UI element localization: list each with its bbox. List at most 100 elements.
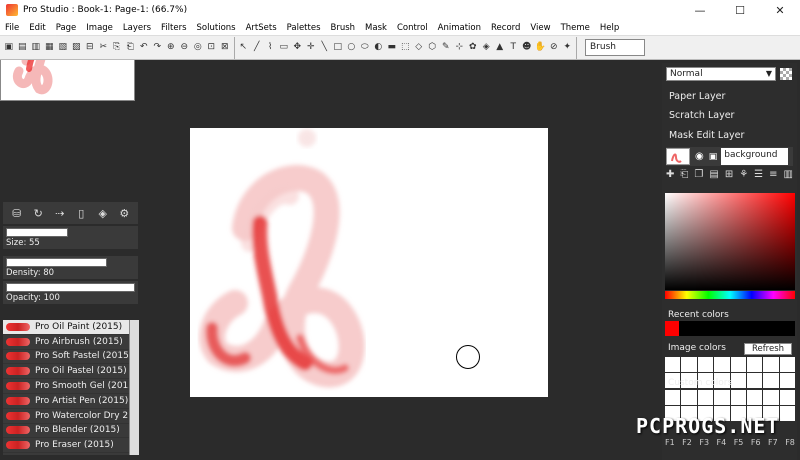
brush-list-item[interactable]: Pro Airbrush (2015)	[3, 335, 139, 350]
text-icon[interactable]: T	[507, 41, 520, 55]
color-picker-area[interactable]	[665, 193, 795, 290]
layer-name[interactable]: background	[721, 148, 789, 165]
pen-icon[interactable]: ✎	[440, 41, 453, 55]
density-track[interactable]	[6, 258, 107, 267]
lock-icon[interactable]: ▣	[709, 152, 718, 162]
page-icon[interactable]: ▯	[74, 206, 88, 220]
move-icon[interactable]: ✛	[305, 41, 318, 55]
actual-size-icon[interactable]: ⊡	[205, 41, 218, 55]
menu-solutions[interactable]: Solutions	[192, 23, 241, 33]
opacity-slider[interactable]: Opacity: 100	[3, 281, 138, 304]
menu-palettes[interactable]: Palettes	[282, 23, 326, 33]
save-icon[interactable]: ▣	[3, 41, 16, 55]
undo-icon[interactable]: ↶	[138, 41, 151, 55]
marquee-icon[interactable]: ⬚	[399, 41, 412, 55]
new-layer-icon[interactable]: ✚	[666, 169, 674, 183]
smudge-icon[interactable]: ⌇	[264, 41, 277, 55]
fkey-f1[interactable]: F1	[665, 438, 675, 450]
close-button[interactable]: ✕	[760, 0, 800, 20]
menu-control[interactable]: Control	[392, 23, 433, 33]
color-swatch[interactable]	[746, 357, 763, 372]
color-swatch[interactable]	[681, 357, 697, 372]
import-layer-icon[interactable]: ⎗	[680, 169, 688, 183]
brush-list-scrollbar[interactable]	[129, 320, 139, 455]
delete-layer-icon[interactable]: ▥	[784, 169, 793, 183]
menu-help[interactable]: Help	[595, 23, 624, 33]
list-icon[interactable]: ☰	[754, 169, 763, 183]
rotate-icon[interactable]: ↻	[31, 206, 45, 220]
menu-layers[interactable]: Layers	[118, 23, 156, 33]
minimize-button[interactable]: —	[680, 0, 720, 20]
polygon-icon[interactable]: ◇	[413, 41, 426, 55]
close-page-icon[interactable]: ▧	[57, 41, 70, 55]
color-swatch[interactable]	[746, 390, 763, 405]
fkey-f8[interactable]: F8	[785, 438, 795, 450]
fkey-f3[interactable]: F3	[699, 438, 709, 450]
save-as-icon[interactable]: ▤	[16, 41, 29, 55]
color-swatch[interactable]	[779, 357, 795, 372]
rotate-icon[interactable]: ⊘	[548, 41, 561, 55]
menu-edit[interactable]: Edit	[24, 23, 50, 33]
size-slider[interactable]: Size: 55	[3, 226, 138, 249]
color-swatch[interactable]	[763, 357, 779, 372]
color-swatch[interactable]	[746, 373, 763, 388]
brush-list-item[interactable]: Pro Oil Paint (2015)	[3, 320, 139, 335]
brush-list-item[interactable]: Pro Oil Pastel (2015)	[3, 364, 139, 380]
copy-icon[interactable]: ⎘	[111, 41, 124, 55]
menu-record[interactable]: Record	[486, 23, 525, 33]
color-swatch[interactable]	[763, 390, 779, 405]
menu-brush[interactable]: Brush	[326, 23, 361, 33]
bar-icon[interactable]: ▬	[386, 41, 399, 55]
brush-list-item[interactable]: Pro Blender (2015)	[3, 424, 139, 439]
recent-color-swatch[interactable]	[665, 321, 679, 336]
fkey-f7[interactable]: F7	[768, 438, 778, 450]
menu-view[interactable]: View	[525, 23, 555, 33]
color-swatch[interactable]	[730, 357, 746, 372]
brush-icon[interactable]: ╱	[251, 41, 264, 55]
menu-image[interactable]: Image	[81, 23, 118, 33]
zoom-in-icon[interactable]: ⊕	[165, 41, 178, 55]
fill-icon[interactable]: ◈	[96, 206, 110, 220]
zoom-out-icon[interactable]: ⊖	[178, 41, 191, 55]
brush-list-item[interactable]: Pro Smooth Gel (2015	[3, 379, 139, 394]
refresh-button[interactable]: Refresh	[744, 343, 792, 355]
eye-icon[interactable]: ◉	[695, 151, 704, 162]
paint-bucket-icon[interactable]: ⛁	[10, 206, 24, 220]
crop-icon[interactable]: ✥	[291, 41, 304, 55]
menu-artsets[interactable]: ArtSets	[241, 23, 282, 33]
full-screen-icon[interactable]: ⊠	[219, 41, 232, 55]
list-up-icon[interactable]: ≡	[769, 169, 777, 183]
fkey-f6[interactable]: F6	[751, 438, 761, 450]
hand-icon[interactable]: ✋	[534, 41, 547, 55]
redo-icon[interactable]: ↷	[151, 41, 164, 55]
color-swatch[interactable]	[779, 390, 795, 405]
color-swatch[interactable]	[665, 357, 681, 372]
density-slider[interactable]: Density: 80	[3, 256, 138, 279]
copy-layer-icon[interactable]: ▤	[709, 169, 718, 183]
rectangle-icon[interactable]: □	[332, 41, 345, 55]
layer-row-background[interactable]: ◉ ▣ background	[666, 147, 793, 166]
brush-list-item[interactable]: Pro Watercolor Dry 2	[3, 409, 139, 424]
fkey-f4[interactable]: F4	[717, 438, 727, 450]
brush-list-item[interactable]: Pro Eraser (2015)	[3, 438, 139, 454]
hue-slider[interactable]	[665, 291, 795, 299]
color-swatch[interactable]	[730, 390, 746, 405]
mask-edit-layer-item[interactable]: Mask Edit Layer	[669, 130, 744, 141]
color-swatch[interactable]	[779, 373, 795, 388]
gradient-icon[interactable]: ◐	[372, 41, 385, 55]
transparency-icon[interactable]	[780, 68, 792, 80]
star-icon[interactable]: ✦	[561, 41, 574, 55]
opacity-track[interactable]	[6, 283, 135, 292]
menu-theme[interactable]: Theme	[556, 23, 595, 33]
color-swatch[interactable]	[665, 390, 681, 405]
paste-icon[interactable]: ⎗	[124, 41, 137, 55]
color-swatch[interactable]	[697, 357, 714, 372]
stamp-icon[interactable]: ⊹	[453, 41, 466, 55]
brush-list-item[interactable]: Pro Artist Pen (2015)	[3, 394, 139, 409]
picker-icon[interactable]: ⇢	[53, 206, 67, 220]
tree-icon[interactable]: ⚘	[739, 169, 748, 183]
hexagon-icon[interactable]: ⬡	[426, 41, 439, 55]
fkey-f2[interactable]: F2	[682, 438, 692, 450]
brush-list-item[interactable]: Pro Soft Pastel (2015)	[3, 350, 139, 365]
menu-file[interactable]: File	[0, 23, 24, 33]
